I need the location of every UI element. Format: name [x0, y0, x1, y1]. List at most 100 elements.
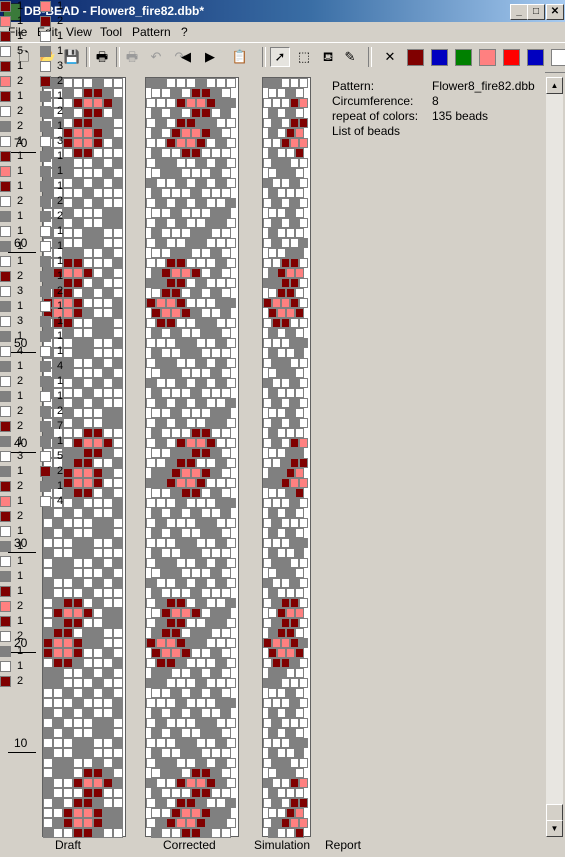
color-swatch-6[interactable]	[527, 49, 544, 66]
bead-cell	[206, 778, 216, 788]
draft-label[interactable]: Draft	[55, 838, 81, 852]
bead-cell	[272, 218, 281, 228]
pointer-icon[interactable]: ➚	[270, 47, 290, 67]
bead-cell	[171, 568, 181, 578]
bead-cell	[267, 768, 277, 778]
bead-count: 1	[17, 165, 24, 177]
bead-cell	[272, 698, 281, 708]
pipette-icon[interactable]: ✎	[340, 47, 360, 67]
bead-entry: 2	[40, 15, 120, 28]
vertical-scrollbar[interactable]: ▲ ▼	[546, 77, 563, 837]
bead-cell	[267, 228, 277, 238]
bead-cell	[181, 808, 191, 818]
bead-cell	[272, 258, 281, 268]
minimize-button[interactable]: _	[510, 4, 528, 20]
bead-cell	[171, 128, 181, 138]
bead-cell	[83, 528, 93, 538]
bead-cell	[176, 118, 186, 128]
bead-cell	[211, 408, 221, 418]
delete-color-icon[interactable]: ✕	[380, 47, 400, 67]
corrected-grid[interactable]	[145, 77, 239, 838]
bead-cell	[146, 738, 156, 748]
bead-cell	[176, 758, 186, 768]
corrected-label[interactable]: Corrected	[163, 838, 216, 852]
bead-cell	[294, 308, 304, 318]
bead-cell	[146, 698, 156, 708]
bead-cell	[211, 628, 221, 638]
paste-icon[interactable]: 📋	[230, 47, 250, 67]
bead-cell	[206, 258, 216, 268]
bead-cell	[83, 598, 93, 608]
bead-cell	[272, 178, 281, 188]
arrow-left-icon[interactable]: ◀	[176, 47, 196, 67]
bead-cell	[161, 428, 171, 438]
select-rect-icon[interactable]: ⬚	[294, 47, 314, 67]
bead-cell	[263, 598, 272, 608]
repeat-value: 135 beads	[432, 109, 489, 123]
bead-count: 1	[17, 135, 24, 147]
bead-cell	[226, 258, 236, 268]
bead-cell	[186, 638, 196, 648]
fill-bucket-icon[interactable]: ⛾	[318, 47, 338, 67]
report-label[interactable]: Report	[325, 838, 361, 852]
bead-cell	[221, 728, 231, 738]
bead-cell	[191, 608, 201, 618]
bead-cell	[176, 78, 186, 88]
color-swatch-1[interactable]	[407, 49, 424, 66]
bead-cell	[201, 88, 211, 98]
bead-cell	[196, 678, 206, 688]
bead-color-swatch	[0, 631, 11, 642]
undo-icon[interactable]: ↶	[146, 47, 166, 67]
arrow-right-icon[interactable]: ▶	[200, 47, 220, 67]
bead-cell	[191, 628, 201, 638]
bead-cell	[156, 638, 166, 648]
bead-count: 1	[17, 645, 24, 657]
bead-cell	[176, 238, 186, 248]
bead-cell	[191, 208, 201, 218]
bead-cell	[176, 358, 186, 368]
bead-cell	[272, 198, 281, 208]
simulation-label[interactable]: Simulation	[254, 838, 310, 852]
menu-pattern[interactable]: Pattern	[132, 25, 171, 39]
bead-color-swatch	[0, 571, 11, 582]
color-swatch-5[interactable]	[503, 49, 520, 66]
bead-cell	[285, 768, 295, 778]
bead-cell	[276, 288, 286, 298]
color-swatch-3[interactable]	[455, 49, 472, 66]
bead-cell	[263, 658, 272, 668]
bead-cell	[156, 658, 166, 668]
bead-cell	[272, 798, 281, 808]
color-swatch-7[interactable]	[551, 49, 565, 66]
bead-cell	[186, 678, 196, 688]
bead-cell	[281, 158, 290, 168]
simulation-grid[interactable]	[262, 77, 311, 838]
menu-help[interactable]: ?	[181, 25, 188, 39]
scroll-up-button[interactable]: ▲	[546, 77, 563, 94]
bead-cell	[263, 578, 272, 588]
bead-cell	[276, 108, 286, 118]
bead-cell	[285, 268, 295, 278]
bead-cell	[73, 738, 83, 748]
maximize-button[interactable]: □	[527, 4, 545, 20]
bead-count: 1	[17, 435, 24, 447]
bead-cell	[171, 548, 181, 558]
scroll-down-button[interactable]: ▼	[546, 820, 563, 837]
bead-cell	[191, 588, 201, 598]
bead-color-swatch	[0, 436, 11, 447]
print-preview-icon[interactable]: 🖶	[122, 47, 142, 67]
bead-entry: 1	[0, 555, 80, 568]
bead-cell	[290, 718, 299, 728]
bead-cell	[294, 488, 304, 498]
bead-color-swatch	[0, 331, 11, 342]
bead-count: 1	[57, 480, 64, 492]
bead-cell	[290, 158, 299, 168]
close-button[interactable]: ✕	[546, 4, 564, 20]
color-swatch-4[interactable]	[479, 49, 496, 66]
bead-cell	[285, 388, 295, 398]
bead-cell	[176, 98, 186, 108]
bead-cell	[211, 108, 221, 118]
bead-cell	[285, 528, 295, 538]
bead-cell	[272, 318, 281, 328]
color-swatch-2[interactable]	[431, 49, 448, 66]
bead-cell	[83, 688, 93, 698]
